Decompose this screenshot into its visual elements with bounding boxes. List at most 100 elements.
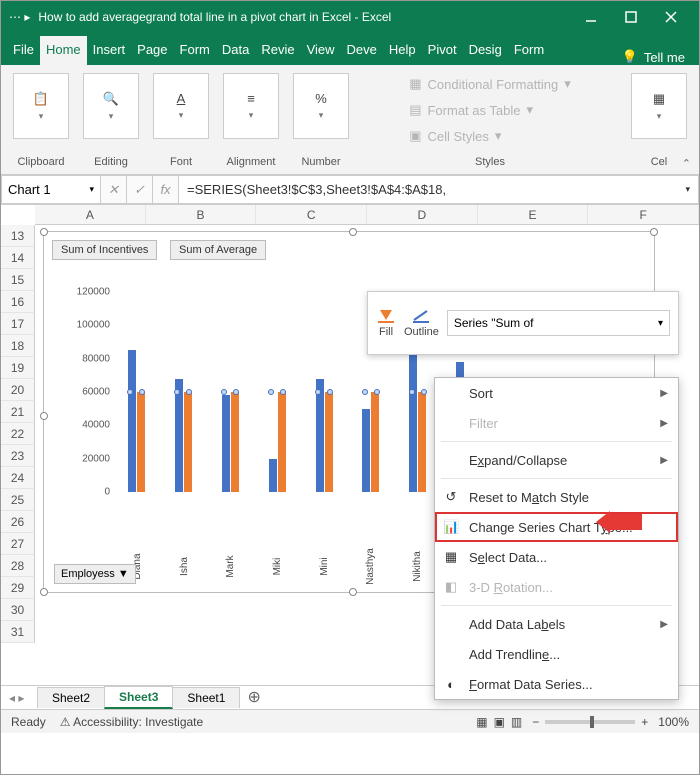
menu-add-trendline[interactable]: Add Trendline... — [435, 639, 678, 669]
pivot-field-incentives[interactable]: Sum of Incentives — [52, 240, 157, 260]
sheet-tab-sheet1[interactable]: Sheet1 — [172, 687, 240, 708]
row-header[interactable]: 14 — [1, 247, 35, 269]
zoom-out-button[interactable]: − — [532, 715, 539, 729]
tab-insert[interactable]: Insert — [87, 36, 132, 65]
minimize-button[interactable] — [571, 3, 611, 31]
menu-format-data-series[interactable]: ◐Format Data Series... — [435, 669, 678, 699]
tab-review[interactable]: Revie — [255, 36, 300, 65]
tab-formulas[interactable]: Form — [174, 36, 216, 65]
resize-handle[interactable] — [349, 588, 357, 596]
menu-add-data-labels[interactable]: Add Data Labels▶ — [435, 609, 678, 639]
resize-handle[interactable] — [40, 412, 48, 420]
row-header[interactable]: 13 — [1, 225, 35, 247]
tell-me[interactable]: 💡 Tell me — [614, 49, 693, 65]
accessibility-status[interactable]: ⚠ Accessibility: Investigate — [60, 715, 204, 729]
zoom-in-button[interactable]: + — [641, 715, 648, 729]
resize-handle[interactable] — [40, 588, 48, 596]
name-box[interactable]: Chart 1▾ — [1, 175, 101, 204]
cell-styles-button[interactable]: ▣Cell Styles ▾ — [409, 125, 571, 147]
series-selector[interactable]: Series "Sum of▾ — [447, 310, 670, 336]
pivot-field-average[interactable]: Sum of Average — [170, 240, 266, 260]
menu-select-data[interactable]: ▦Select Data... — [435, 542, 678, 572]
reset-icon: ↺ — [443, 489, 459, 505]
zoom-value[interactable]: 100% — [658, 715, 689, 729]
fx-button[interactable]: fx — [153, 175, 179, 204]
font-icon: A — [177, 91, 186, 106]
menu-3d-rotation: ◧3-D Rotation... — [435, 572, 678, 602]
row-header[interactable]: 28 — [1, 555, 35, 577]
row-header[interactable]: 26 — [1, 511, 35, 533]
quick-access[interactable]: ⋯ ▸ — [9, 10, 30, 24]
column-header[interactable]: F — [588, 205, 699, 224]
resize-handle[interactable] — [650, 228, 658, 236]
resize-handle[interactable] — [40, 228, 48, 236]
tab-file[interactable]: File — [7, 36, 40, 65]
menu-sort[interactable]: Sort▶ — [435, 378, 678, 408]
tab-pivot[interactable]: Pivot — [422, 36, 463, 65]
tab-data[interactable]: Data — [216, 36, 255, 65]
tab-format[interactable]: Form — [508, 36, 550, 65]
format-as-table-button[interactable]: ▤Format as Table ▾ — [409, 99, 571, 121]
zoom-slider[interactable] — [545, 720, 635, 724]
sheet-nav[interactable]: ◂ ▸ — [9, 691, 45, 705]
sheet-tab-sheet3[interactable]: Sheet3 — [104, 686, 173, 709]
outline-button[interactable]: Outline — [404, 308, 439, 338]
close-button[interactable] — [651, 3, 691, 31]
row-header[interactable]: 20 — [1, 379, 35, 401]
row-header[interactable]: 27 — [1, 533, 35, 555]
column-header[interactable]: C — [256, 205, 367, 224]
column-headers[interactable]: ABCDEF — [35, 205, 699, 225]
view-pagebreak-button[interactable]: ▥ — [511, 715, 522, 729]
worksheet-grid[interactable]: ABCDEF 131415161718192021222324252627282… — [1, 205, 699, 685]
conditional-formatting-button[interactable]: ▦Conditional Formatting ▾ — [409, 73, 571, 95]
tab-developer[interactable]: Deve — [341, 36, 383, 65]
add-sheet-button[interactable]: ⊕ — [239, 690, 268, 706]
row-header[interactable]: 23 — [1, 445, 35, 467]
resize-handle[interactable] — [349, 228, 357, 236]
formula-input[interactable]: =SERIES(Sheet3!$C$3,Sheet3!$A$4:$A$18,▾ — [179, 175, 699, 204]
ribbon-tabs: File Home Insert Page Form Data Revie Vi… — [1, 33, 699, 65]
row-header[interactable]: 22 — [1, 423, 35, 445]
collapse-ribbon-icon[interactable]: ⌃ — [682, 157, 691, 170]
tab-help[interactable]: Help — [383, 36, 422, 65]
maximize-button[interactable] — [611, 3, 651, 31]
row-header[interactable]: 15 — [1, 269, 35, 291]
tab-view[interactable]: View — [301, 36, 341, 65]
row-header[interactable]: 16 — [1, 291, 35, 313]
tab-page[interactable]: Page — [131, 36, 173, 65]
view-pagelayout-button[interactable]: ▣ — [494, 715, 505, 729]
row-header[interactable]: 29 — [1, 577, 35, 599]
font-button[interactable]: A▾ — [153, 73, 209, 139]
number-button[interactable]: %▾ — [293, 73, 349, 139]
row-header[interactable]: 18 — [1, 335, 35, 357]
row-header[interactable]: 31 — [1, 621, 35, 643]
editing-button[interactable]: 🔍▾ — [83, 73, 139, 139]
column-header[interactable]: E — [478, 205, 589, 224]
tab-home[interactable]: Home — [40, 36, 87, 65]
select-data-icon: ▦ — [443, 549, 459, 565]
employees-filter-button[interactable]: Employess ▼ — [54, 564, 136, 584]
row-header[interactable]: 17 — [1, 313, 35, 335]
sheet-tab-sheet2[interactable]: Sheet2 — [37, 687, 105, 708]
column-header[interactable]: A — [35, 205, 146, 224]
view-normal-button[interactable]: ▦ — [476, 715, 487, 729]
fill-button[interactable]: Fill — [376, 308, 396, 338]
row-header[interactable]: 25 — [1, 489, 35, 511]
cancel-formula-button[interactable]: ✕ — [101, 175, 127, 204]
menu-expand-collapse[interactable]: Expand/Collapse▶ — [435, 445, 678, 475]
menu-reset-match-style[interactable]: ↺Reset to Match Style — [435, 482, 678, 512]
row-header[interactable]: 24 — [1, 467, 35, 489]
clipboard-button[interactable]: 📋▾ — [13, 73, 69, 139]
callout-arrow-icon — [596, 511, 642, 533]
row-headers[interactable]: 13141516171819202122232425262728293031 — [1, 225, 35, 643]
alignment-button[interactable]: ≡▾ — [223, 73, 279, 139]
row-header[interactable]: 30 — [1, 599, 35, 621]
column-header[interactable]: D — [367, 205, 478, 224]
column-header[interactable]: B — [146, 205, 257, 224]
group-editing: 🔍▾ Editing — [79, 71, 143, 170]
row-header[interactable]: 19 — [1, 357, 35, 379]
tab-design[interactable]: Desig — [463, 36, 508, 65]
cells-button[interactable]: ▦▾ — [631, 73, 687, 139]
accept-formula-button[interactable]: ✓ — [127, 175, 153, 204]
row-header[interactable]: 21 — [1, 401, 35, 423]
